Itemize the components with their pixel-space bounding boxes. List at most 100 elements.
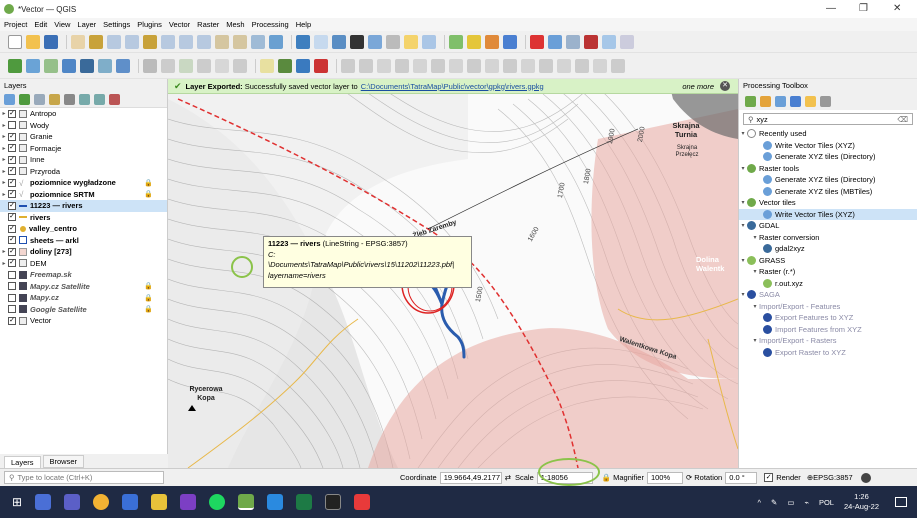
attribute-table-icon[interactable] bbox=[314, 34, 328, 49]
app-icon[interactable] bbox=[354, 494, 371, 510]
clock[interactable]: 1:26 24-Aug-22 bbox=[844, 492, 879, 512]
filter-expression-icon[interactable] bbox=[64, 94, 75, 105]
pan-icon[interactable] bbox=[71, 34, 85, 49]
tree-group[interactable]: ▾ Raster tools bbox=[739, 163, 917, 175]
manage-visibility-icon[interactable] bbox=[34, 94, 45, 105]
add-vector-icon[interactable] bbox=[8, 58, 22, 73]
edit-features-icon[interactable] bbox=[805, 95, 816, 107]
close-icon[interactable]: ✕ bbox=[893, 3, 901, 14]
message-link[interactable]: C:\Documents\TatraMap\Public\vector\gpkg… bbox=[361, 82, 544, 91]
layer-row[interactable]: Mapy.cz Satellite 🔒 bbox=[0, 281, 167, 293]
restore-icon[interactable]: ❐ bbox=[859, 3, 868, 14]
layer-checkbox[interactable]: ✓ bbox=[8, 213, 16, 222]
edit-a-icon[interactable] bbox=[143, 58, 157, 73]
tree-subgroup[interactable]: ▾ Raster conversion bbox=[739, 232, 917, 244]
layer-row-selected[interactable]: ✓ 11223 — rivers bbox=[0, 200, 167, 212]
layer-checkbox[interactable] bbox=[8, 121, 16, 130]
edit-d-icon[interactable] bbox=[197, 58, 211, 73]
zoom-next-icon[interactable] bbox=[233, 34, 247, 49]
label-b-icon[interactable] bbox=[278, 58, 292, 73]
processing-search-input[interactable]: ⚲ xyz ⌫ bbox=[743, 113, 913, 125]
layer-row[interactable]: Freemap.sk bbox=[0, 269, 167, 281]
options-icon[interactable] bbox=[820, 95, 831, 107]
lock-scale-icon[interactable]: 🔒 bbox=[602, 473, 611, 482]
add-wms-icon[interactable] bbox=[116, 58, 130, 73]
zoom-full-icon[interactable] bbox=[143, 34, 157, 49]
zoom-out-icon[interactable] bbox=[125, 34, 139, 49]
adv-h-icon[interactable] bbox=[467, 58, 481, 73]
plugin-d-icon[interactable] bbox=[503, 34, 517, 49]
layer-checkbox[interactable]: ✓ bbox=[8, 259, 16, 268]
magnifier-field[interactable]: 100% bbox=[646, 471, 683, 484]
layer-row[interactable]: ▸ ✓ DEM bbox=[0, 258, 167, 270]
tree-algorithm[interactable]: Export Raster to XYZ bbox=[739, 347, 917, 359]
adv-j-icon[interactable] bbox=[503, 58, 517, 73]
minimize-icon[interactable]: — bbox=[826, 3, 836, 14]
explorer-icon[interactable] bbox=[122, 494, 139, 510]
coordinate-field[interactable]: 19.9664,49.2177 bbox=[439, 471, 502, 484]
layer-row[interactable]: ▸ Wody bbox=[0, 120, 167, 132]
network-icon[interactable]: ⌁ bbox=[804, 498, 809, 507]
excel-icon[interactable] bbox=[296, 494, 313, 510]
tree-algorithm[interactable]: Export Features to XYZ bbox=[739, 312, 917, 324]
add-grid-icon[interactable] bbox=[98, 58, 112, 73]
adv-d-icon[interactable] bbox=[395, 58, 409, 73]
menu-help[interactable]: Help bbox=[296, 20, 311, 29]
add-db-icon[interactable] bbox=[80, 58, 94, 73]
layer-row[interactable]: ▸ ✓ Przyroda bbox=[0, 166, 167, 178]
remove-layer-icon[interactable] bbox=[109, 94, 120, 105]
layer-row[interactable]: Mapy.cz 🔒 bbox=[0, 292, 167, 304]
results-icon[interactable] bbox=[790, 95, 801, 107]
tree-algorithm[interactable]: Generate XYZ tiles (Directory) bbox=[739, 151, 917, 163]
adv-f-icon[interactable] bbox=[431, 58, 445, 73]
adv-m-icon[interactable] bbox=[557, 58, 571, 73]
menu-processing[interactable]: Processing bbox=[252, 20, 289, 29]
tab-layers[interactable]: Layers bbox=[4, 456, 41, 468]
layer-checkbox[interactable] bbox=[8, 305, 16, 314]
tree-subgroup[interactable]: ▾ Raster (r.*) bbox=[739, 266, 917, 278]
pan-to-selection-icon[interactable] bbox=[89, 34, 103, 49]
tab-browser[interactable]: Browser bbox=[42, 455, 85, 468]
digitize-b-icon[interactable] bbox=[548, 34, 562, 49]
measure-icon[interactable] bbox=[386, 34, 400, 49]
digitize-d-icon[interactable] bbox=[584, 34, 598, 49]
adv-a-icon[interactable] bbox=[341, 58, 355, 73]
clear-search-icon[interactable]: ⌫ bbox=[897, 115, 908, 124]
layer-row[interactable]: ✓ Vector bbox=[0, 315, 167, 327]
taskview-icon[interactable] bbox=[35, 494, 52, 510]
pen-icon[interactable]: ✎ bbox=[771, 498, 777, 507]
zoom-native-icon[interactable] bbox=[197, 34, 211, 49]
zoom-in-icon[interactable] bbox=[107, 34, 121, 49]
add-group-icon[interactable] bbox=[19, 94, 30, 105]
open-project-icon[interactable] bbox=[26, 34, 40, 49]
tree-algorithm-selected[interactable]: Write Vector Tiles (XYZ) bbox=[739, 208, 917, 220]
adv-p-icon[interactable] bbox=[611, 58, 625, 73]
digitize-a-icon[interactable] bbox=[530, 34, 544, 49]
layer-row[interactable]: ▸ ✓ √ poziomnice wygładzone 🔒 bbox=[0, 177, 167, 189]
terminal-icon[interactable] bbox=[325, 494, 342, 510]
tree-subgroup[interactable]: ▾ Import/Export - Features bbox=[739, 301, 917, 313]
menu-mesh[interactable]: Mesh bbox=[226, 20, 244, 29]
adv-n-icon[interactable] bbox=[575, 58, 589, 73]
adv-k-icon[interactable] bbox=[521, 58, 535, 73]
tree-algorithm[interactable]: r.out.xyz bbox=[739, 278, 917, 290]
toolbox-icon[interactable] bbox=[368, 34, 382, 49]
message-more[interactable]: one more bbox=[682, 82, 714, 91]
tree-algorithm[interactable]: Generate XYZ tiles (Directory) bbox=[739, 174, 917, 186]
qgis-taskbar-icon[interactable] bbox=[238, 494, 255, 510]
layer-checkbox[interactable]: ✓ bbox=[8, 224, 16, 233]
tree-algorithm[interactable]: Write Vector Tiles (XYZ) bbox=[739, 140, 917, 152]
battery-icon[interactable]: ▭ bbox=[787, 498, 794, 507]
adv-e-icon[interactable] bbox=[413, 58, 427, 73]
vscode-icon[interactable] bbox=[267, 494, 284, 510]
add-vector-tile-icon[interactable] bbox=[44, 58, 58, 73]
label-c-icon[interactable] bbox=[296, 58, 310, 73]
chevron-up-icon[interactable]: ^ bbox=[758, 498, 762, 507]
menu-layer[interactable]: Layer bbox=[77, 20, 96, 29]
layer-checkbox[interactable]: ✓ bbox=[8, 178, 16, 187]
language-indicator[interactable]: POL bbox=[819, 498, 834, 507]
locator-input[interactable]: ⚲ Type to locate (Ctrl+K) bbox=[4, 471, 164, 484]
files-icon[interactable] bbox=[151, 494, 168, 510]
layer-checkbox[interactable]: ✓ bbox=[8, 190, 16, 199]
layer-row[interactable]: ▸ ✓ Inne bbox=[0, 154, 167, 166]
